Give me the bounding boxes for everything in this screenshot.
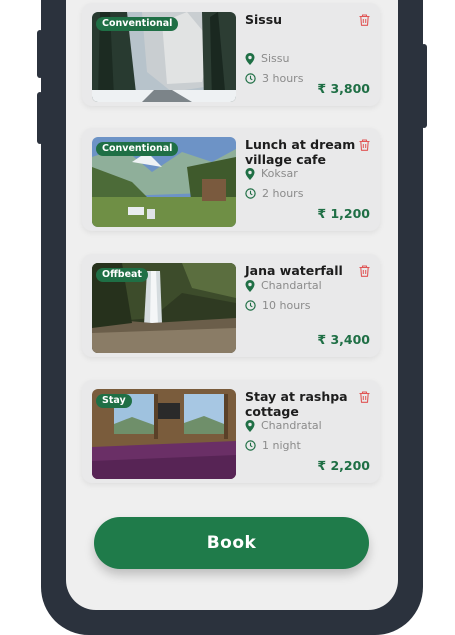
- trash-icon[interactable]: [359, 14, 370, 26]
- trip-card[interactable]: Conventional Sissu Sissu 3 hours ₹ 3,800: [82, 3, 380, 106]
- trip-price: ₹ 1,200: [317, 206, 370, 221]
- trip-card[interactable]: Conventional Lunch at dream village cafe…: [82, 128, 380, 231]
- trip-location-text: Koksar: [261, 167, 298, 180]
- trash-icon[interactable]: [359, 139, 370, 151]
- trip-title: Jana waterfall: [245, 263, 343, 278]
- trash-icon[interactable]: [359, 265, 370, 277]
- clock-icon: [245, 73, 256, 84]
- trip-location: Chandartal: [245, 279, 322, 292]
- map-pin-icon: [245, 52, 255, 65]
- trip-location: Sissu: [245, 52, 289, 65]
- trip-duration: 3 hours: [245, 72, 303, 85]
- map-pin-icon: [245, 279, 255, 292]
- category-badge: Conventional: [96, 142, 179, 156]
- trip-duration: 10 hours: [245, 299, 310, 312]
- category-badge: Stay: [96, 394, 132, 408]
- trip-price: ₹ 3,400: [317, 332, 370, 347]
- trip-duration-text: 1 night: [262, 439, 301, 452]
- trip-duration: 2 hours: [245, 187, 303, 200]
- trip-price: ₹ 2,200: [317, 458, 370, 473]
- trip-duration-text: 3 hours: [262, 72, 304, 85]
- clock-icon: [245, 440, 256, 451]
- trip-duration: 1 night: [245, 439, 301, 452]
- trip-photo: Conventional: [92, 137, 236, 227]
- trip-title: Lunch at dream village cafe: [245, 137, 356, 167]
- book-button[interactable]: Book: [94, 517, 369, 569]
- map-pin-icon: [245, 419, 255, 432]
- trip-card[interactable]: Offbeat Jana waterfall Chandartal 10 hou…: [82, 254, 380, 357]
- trip-photo: Stay: [92, 389, 236, 479]
- trip-photo: Conventional: [92, 12, 236, 102]
- trip-title: Stay at rashpa cottage: [245, 389, 348, 419]
- trip-duration-text: 2 hours: [262, 187, 304, 200]
- trip-location-text: Chandartal: [261, 279, 322, 292]
- trip-location: Chandratal: [245, 419, 322, 432]
- trip-location-text: Chandratal: [261, 419, 322, 432]
- trip-photo: Offbeat: [92, 263, 236, 353]
- itinerary-screen: Conventional Sissu Sissu 3 hours ₹ 3,800: [66, 0, 398, 610]
- category-badge: Offbeat: [96, 268, 148, 282]
- clock-icon: [245, 188, 256, 199]
- trip-card[interactable]: Stay Stay at rashpa cottage Chandratal 1…: [82, 380, 380, 483]
- trash-icon[interactable]: [359, 391, 370, 403]
- trip-location: Koksar: [245, 167, 298, 180]
- map-pin-icon: [245, 167, 255, 180]
- trip-price: ₹ 3,800: [317, 81, 370, 96]
- trip-duration-text: 10 hours: [262, 299, 311, 312]
- clock-icon: [245, 300, 256, 311]
- trip-title: Sissu: [245, 12, 283, 27]
- trip-location-text: Sissu: [261, 52, 290, 65]
- category-badge: Conventional: [96, 17, 179, 31]
